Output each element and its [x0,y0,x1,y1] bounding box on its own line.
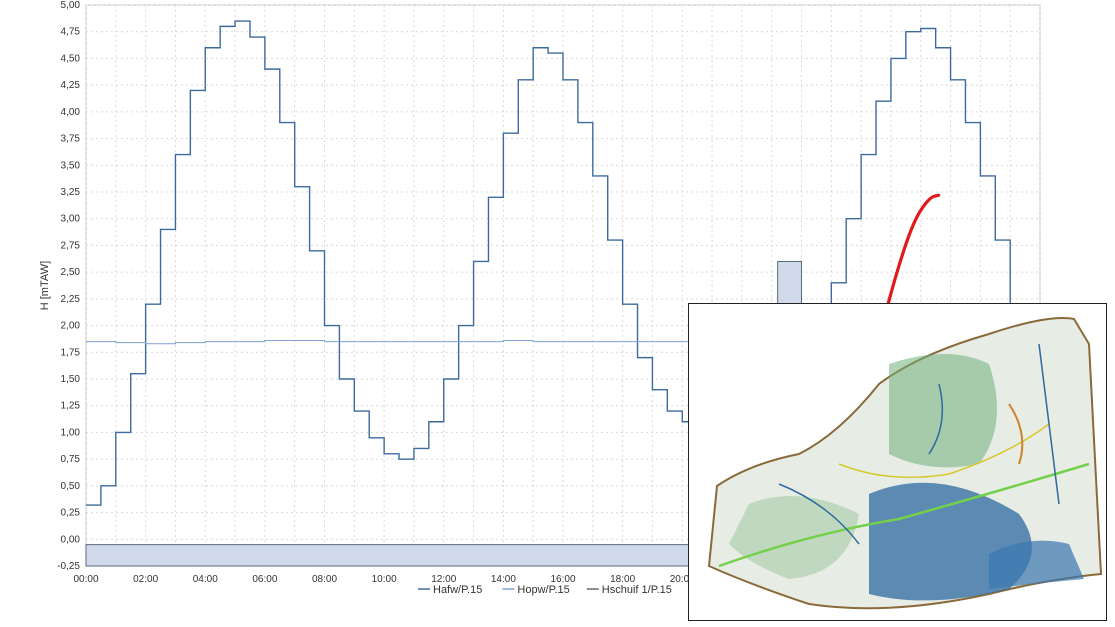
map-graphic [707,317,1103,610]
y-tick-label: 3,75 [61,134,81,145]
y-tick-label: -0,25 [57,561,80,572]
x-tick-label: 08:00 [312,574,337,585]
y-tick-label: 5,00 [61,0,81,11]
y-tick-label: 0,00 [61,534,81,545]
y-tick-label: 1,00 [61,427,81,438]
x-tick-label: 10:00 [372,574,397,585]
x-tick-label: 00:00 [73,574,98,585]
legend-label: Hschuif 1/P.15 [602,584,672,596]
y-tick-label: 4,00 [61,107,81,118]
chart-legend: Hafw/P.15 Hopw/P.15 Hschuif 1/P.15 [418,584,672,596]
y-tick-label: 0,75 [61,454,81,465]
x-tick-label: 06:00 [252,574,277,585]
y-tick-label: 2,75 [61,240,81,251]
y-tick-label: 0,50 [61,481,81,492]
y-tick-label: 4,25 [61,80,81,91]
y-tick-label: 0,25 [61,508,81,519]
map-inset [688,303,1107,621]
legend-label: Hopw/P.15 [517,584,569,596]
y-tick-label: 1,25 [61,401,81,412]
y-tick-label: 1,50 [61,374,81,385]
legend-label: Hafw/P.15 [433,584,482,596]
y-tick-label: 3,00 [61,214,81,225]
y-tick-label: 4,75 [61,27,81,38]
y-tick-label: 2,25 [61,294,81,305]
y-tick-label: 4,50 [61,53,81,64]
map-blue-zone-east [989,540,1084,589]
x-tick-label: 04:00 [193,574,218,585]
y-tick-label: 3,25 [61,187,81,198]
y-tick-label: 2,00 [61,321,81,332]
y-axis-title: H [mTAW] [39,261,51,311]
y-tick-label: 2,50 [61,267,81,278]
x-tick-label: 02:00 [133,574,158,585]
y-tick-label: 3,50 [61,160,81,171]
y-tick-label: 1,75 [61,347,81,358]
x-tick-label: 14:00 [491,574,516,585]
